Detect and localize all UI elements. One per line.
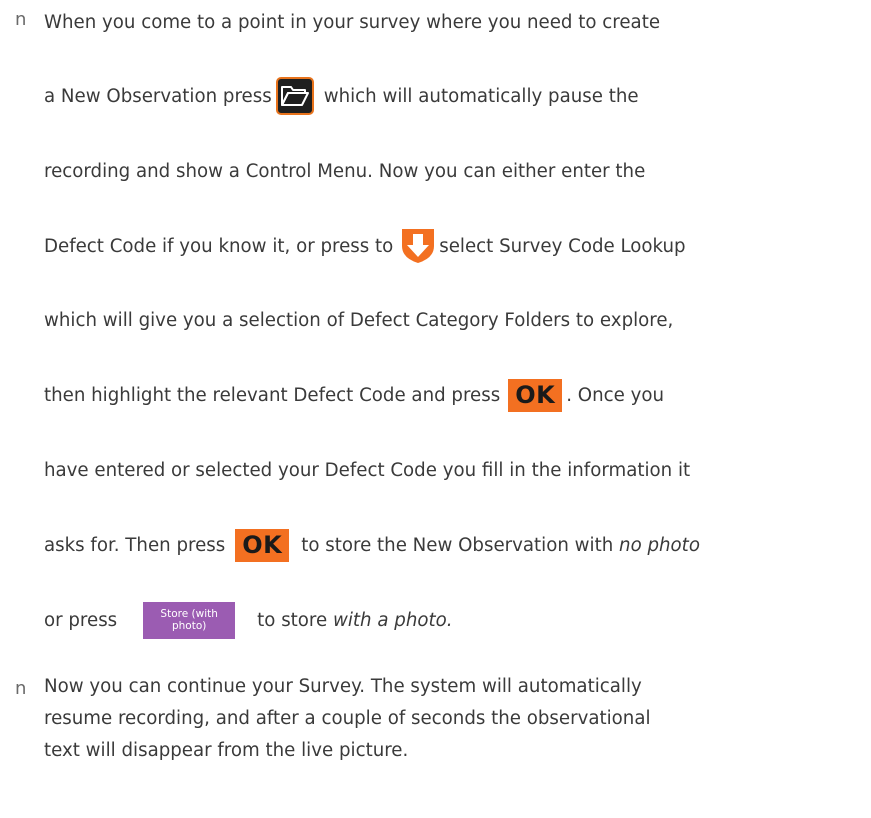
text-line: have entered or selected your Defect Cod… (44, 459, 691, 481)
text-line: When you come to a point in your survey … (44, 11, 661, 33)
text-line: then highlight the relevant Defect Code … (44, 375, 664, 415)
text-line: Now you can continue your Survey. The sy… (44, 675, 642, 697)
store-with-photo-button[interactable]: Store (with photo) (143, 601, 236, 639)
text-line: text will disappear from the live pictur… (44, 739, 409, 761)
text-line: Defect Code if you know it, or press to … (44, 226, 686, 266)
ok-button[interactable]: OK (235, 528, 290, 562)
text-line: asks for. Then press OK to store the New… (44, 525, 700, 565)
text-line: a New Observation press which will autom… (44, 76, 639, 116)
folder-open-icon[interactable] (275, 77, 314, 115)
down-arrow-icon[interactable] (399, 226, 437, 266)
text-line: recording and show a Control Menu. Now y… (44, 160, 646, 182)
bullet-marker: n (15, 678, 27, 699)
text-line: resume recording, and after a couple of … (44, 707, 651, 729)
text-line: or press Store (with photo) to store wit… (44, 600, 453, 640)
bullet-marker: n (15, 9, 27, 30)
ok-button[interactable]: OK (508, 378, 563, 412)
text-line: which will give you a selection of Defec… (44, 309, 674, 331)
